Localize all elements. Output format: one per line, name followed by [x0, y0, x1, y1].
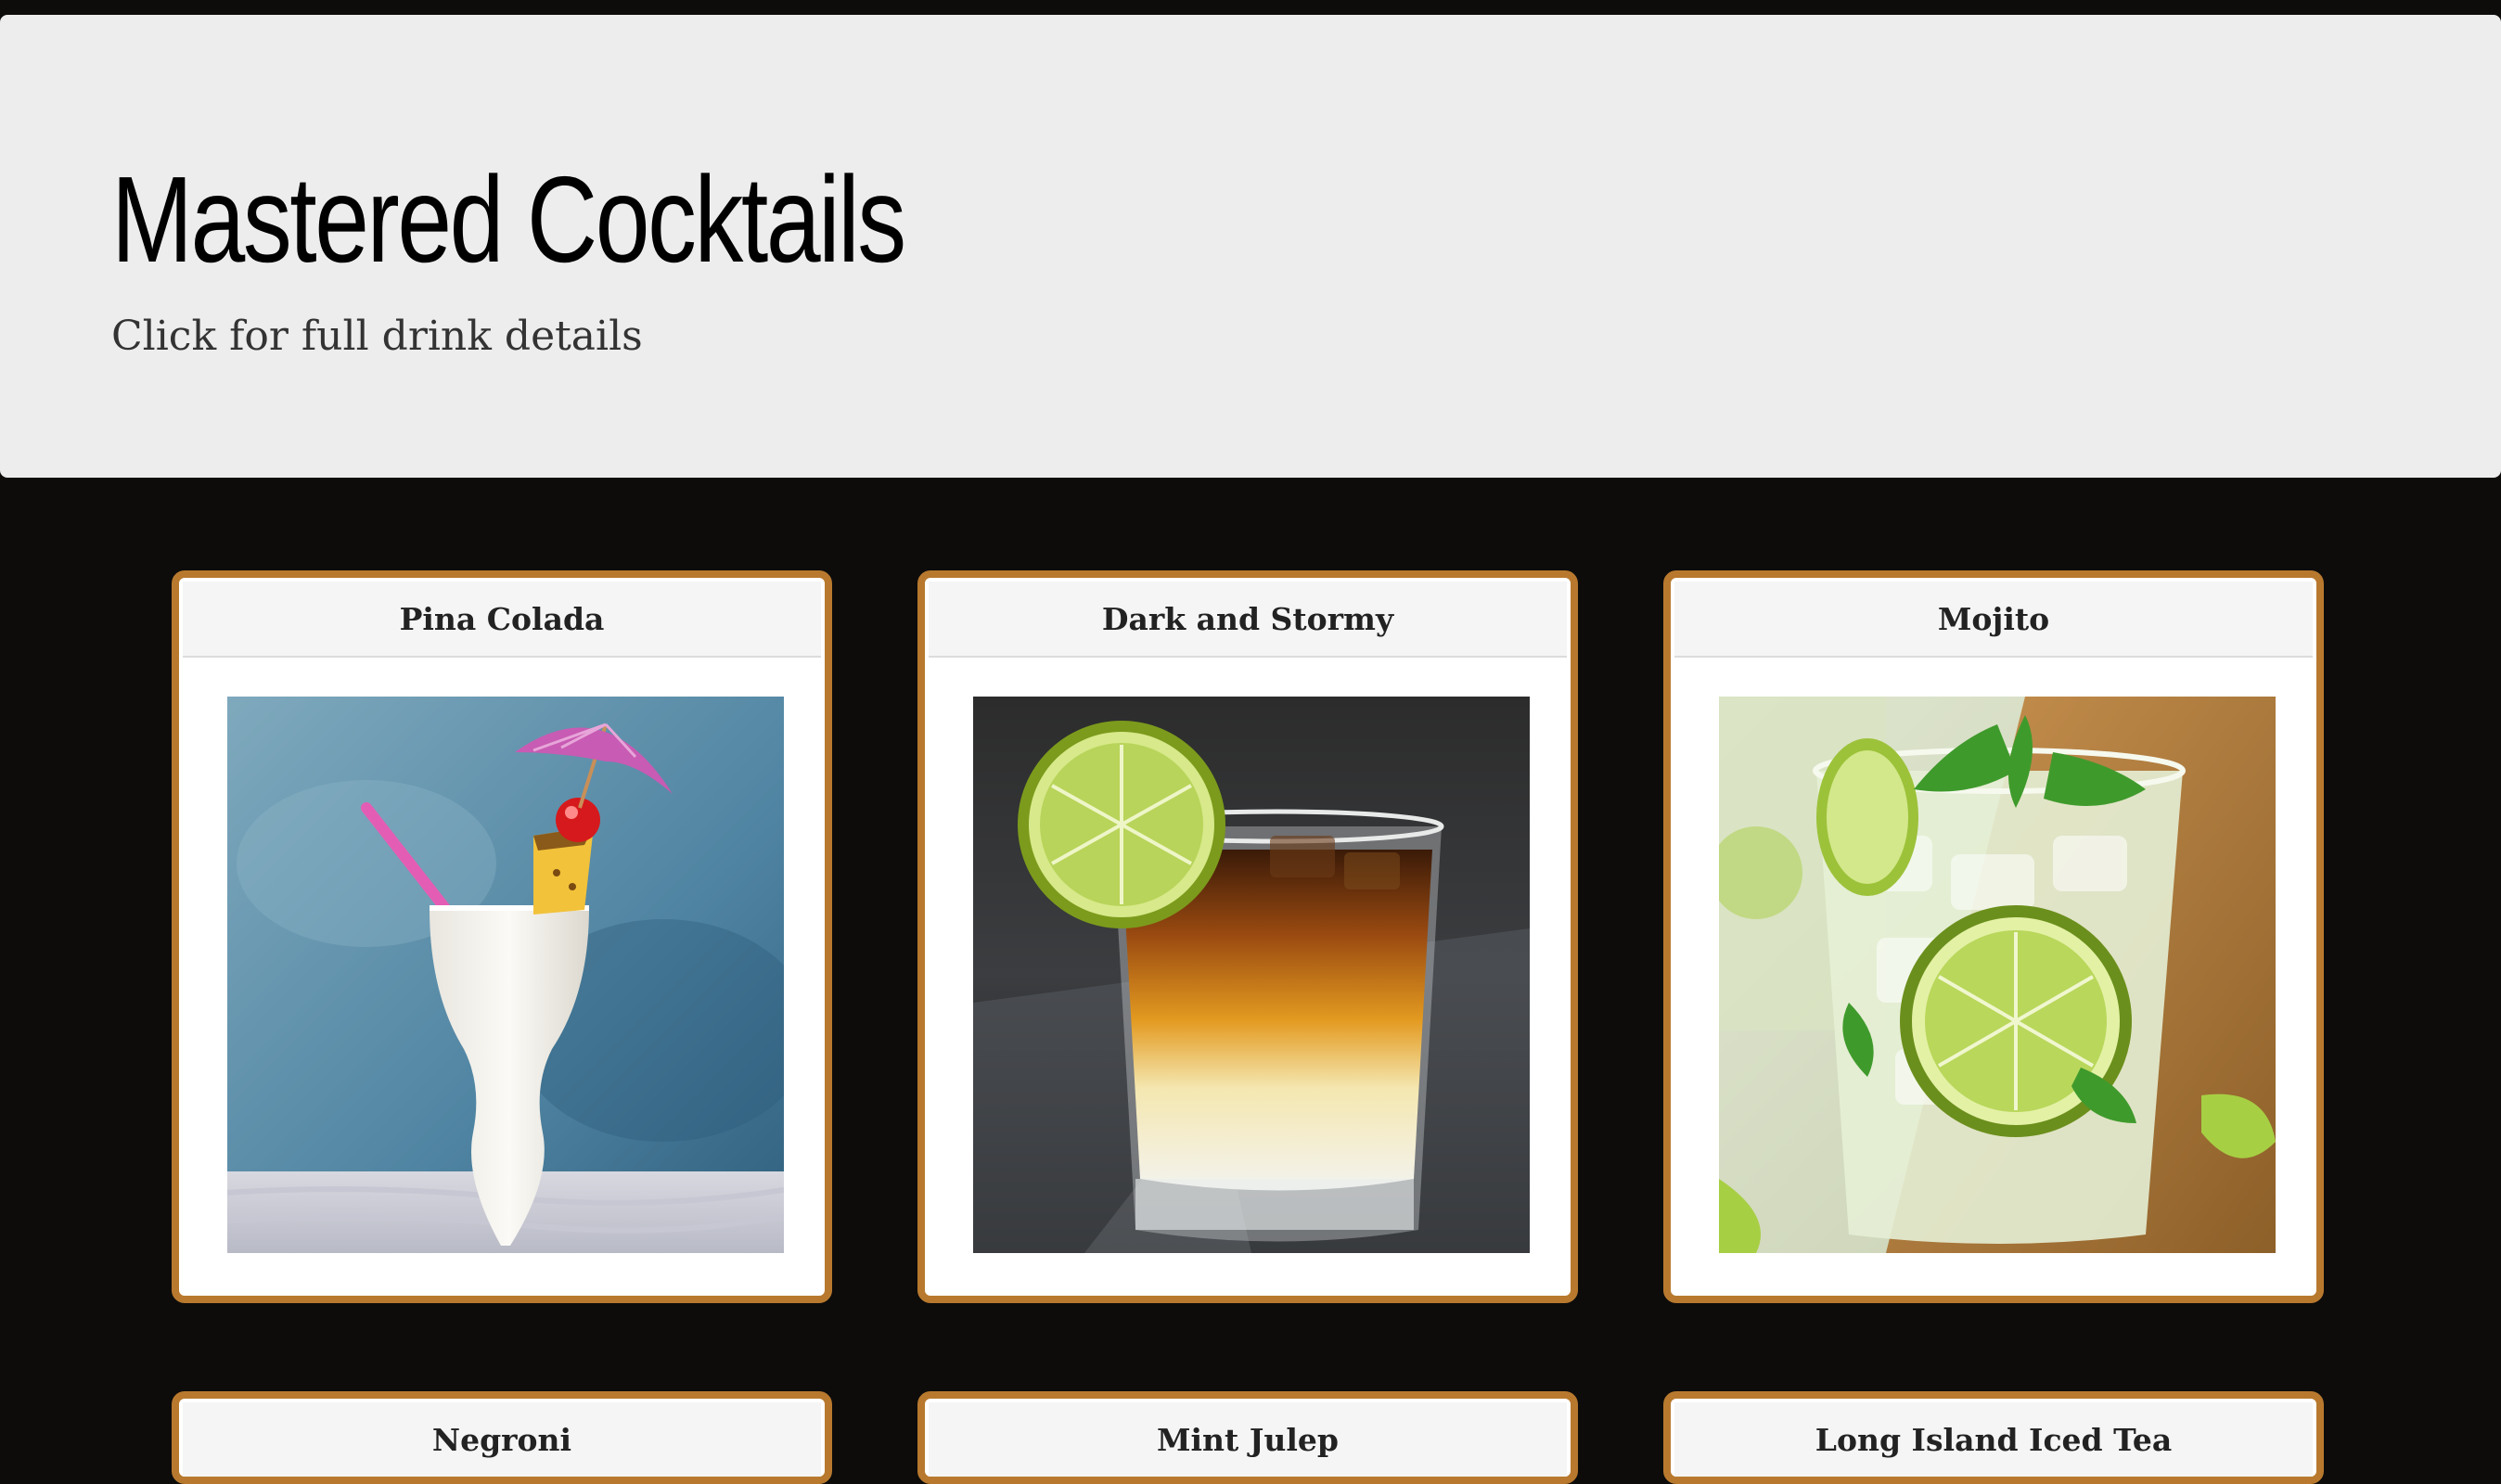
card-title: Dark and Stormy — [929, 582, 1567, 658]
cocktail-card-pina-colada[interactable]: Pina Colada — [172, 570, 832, 1303]
mojito-image — [1719, 697, 2276, 1253]
cocktail-card-dark-and-stormy[interactable]: Dark and Stormy — [917, 570, 1578, 1303]
pina-colada-image — [227, 697, 784, 1253]
cocktail-card-negroni[interactable]: Negroni — [172, 1391, 832, 1484]
card-title: Negroni — [183, 1402, 821, 1477]
page-subtitle: Click for full drink details — [111, 313, 643, 360]
card-title: Pina Colada — [183, 582, 821, 658]
dark-and-stormy-image — [973, 697, 1530, 1253]
cocktail-card-mojito[interactable]: Mojito — [1663, 570, 2324, 1303]
page-title: Mastered Cocktails — [111, 151, 906, 288]
card-title: Long Island Iced Tea — [1674, 1402, 2313, 1477]
page-header: Mastered Cocktails Click for full drink … — [0, 15, 2501, 478]
cocktail-card-long-island-iced-tea[interactable]: Long Island Iced Tea — [1663, 1391, 2324, 1484]
card-title: Mint Julep — [929, 1402, 1567, 1477]
cocktail-card-mint-julep[interactable]: Mint Julep — [917, 1391, 1578, 1484]
card-title: Mojito — [1674, 582, 2313, 658]
